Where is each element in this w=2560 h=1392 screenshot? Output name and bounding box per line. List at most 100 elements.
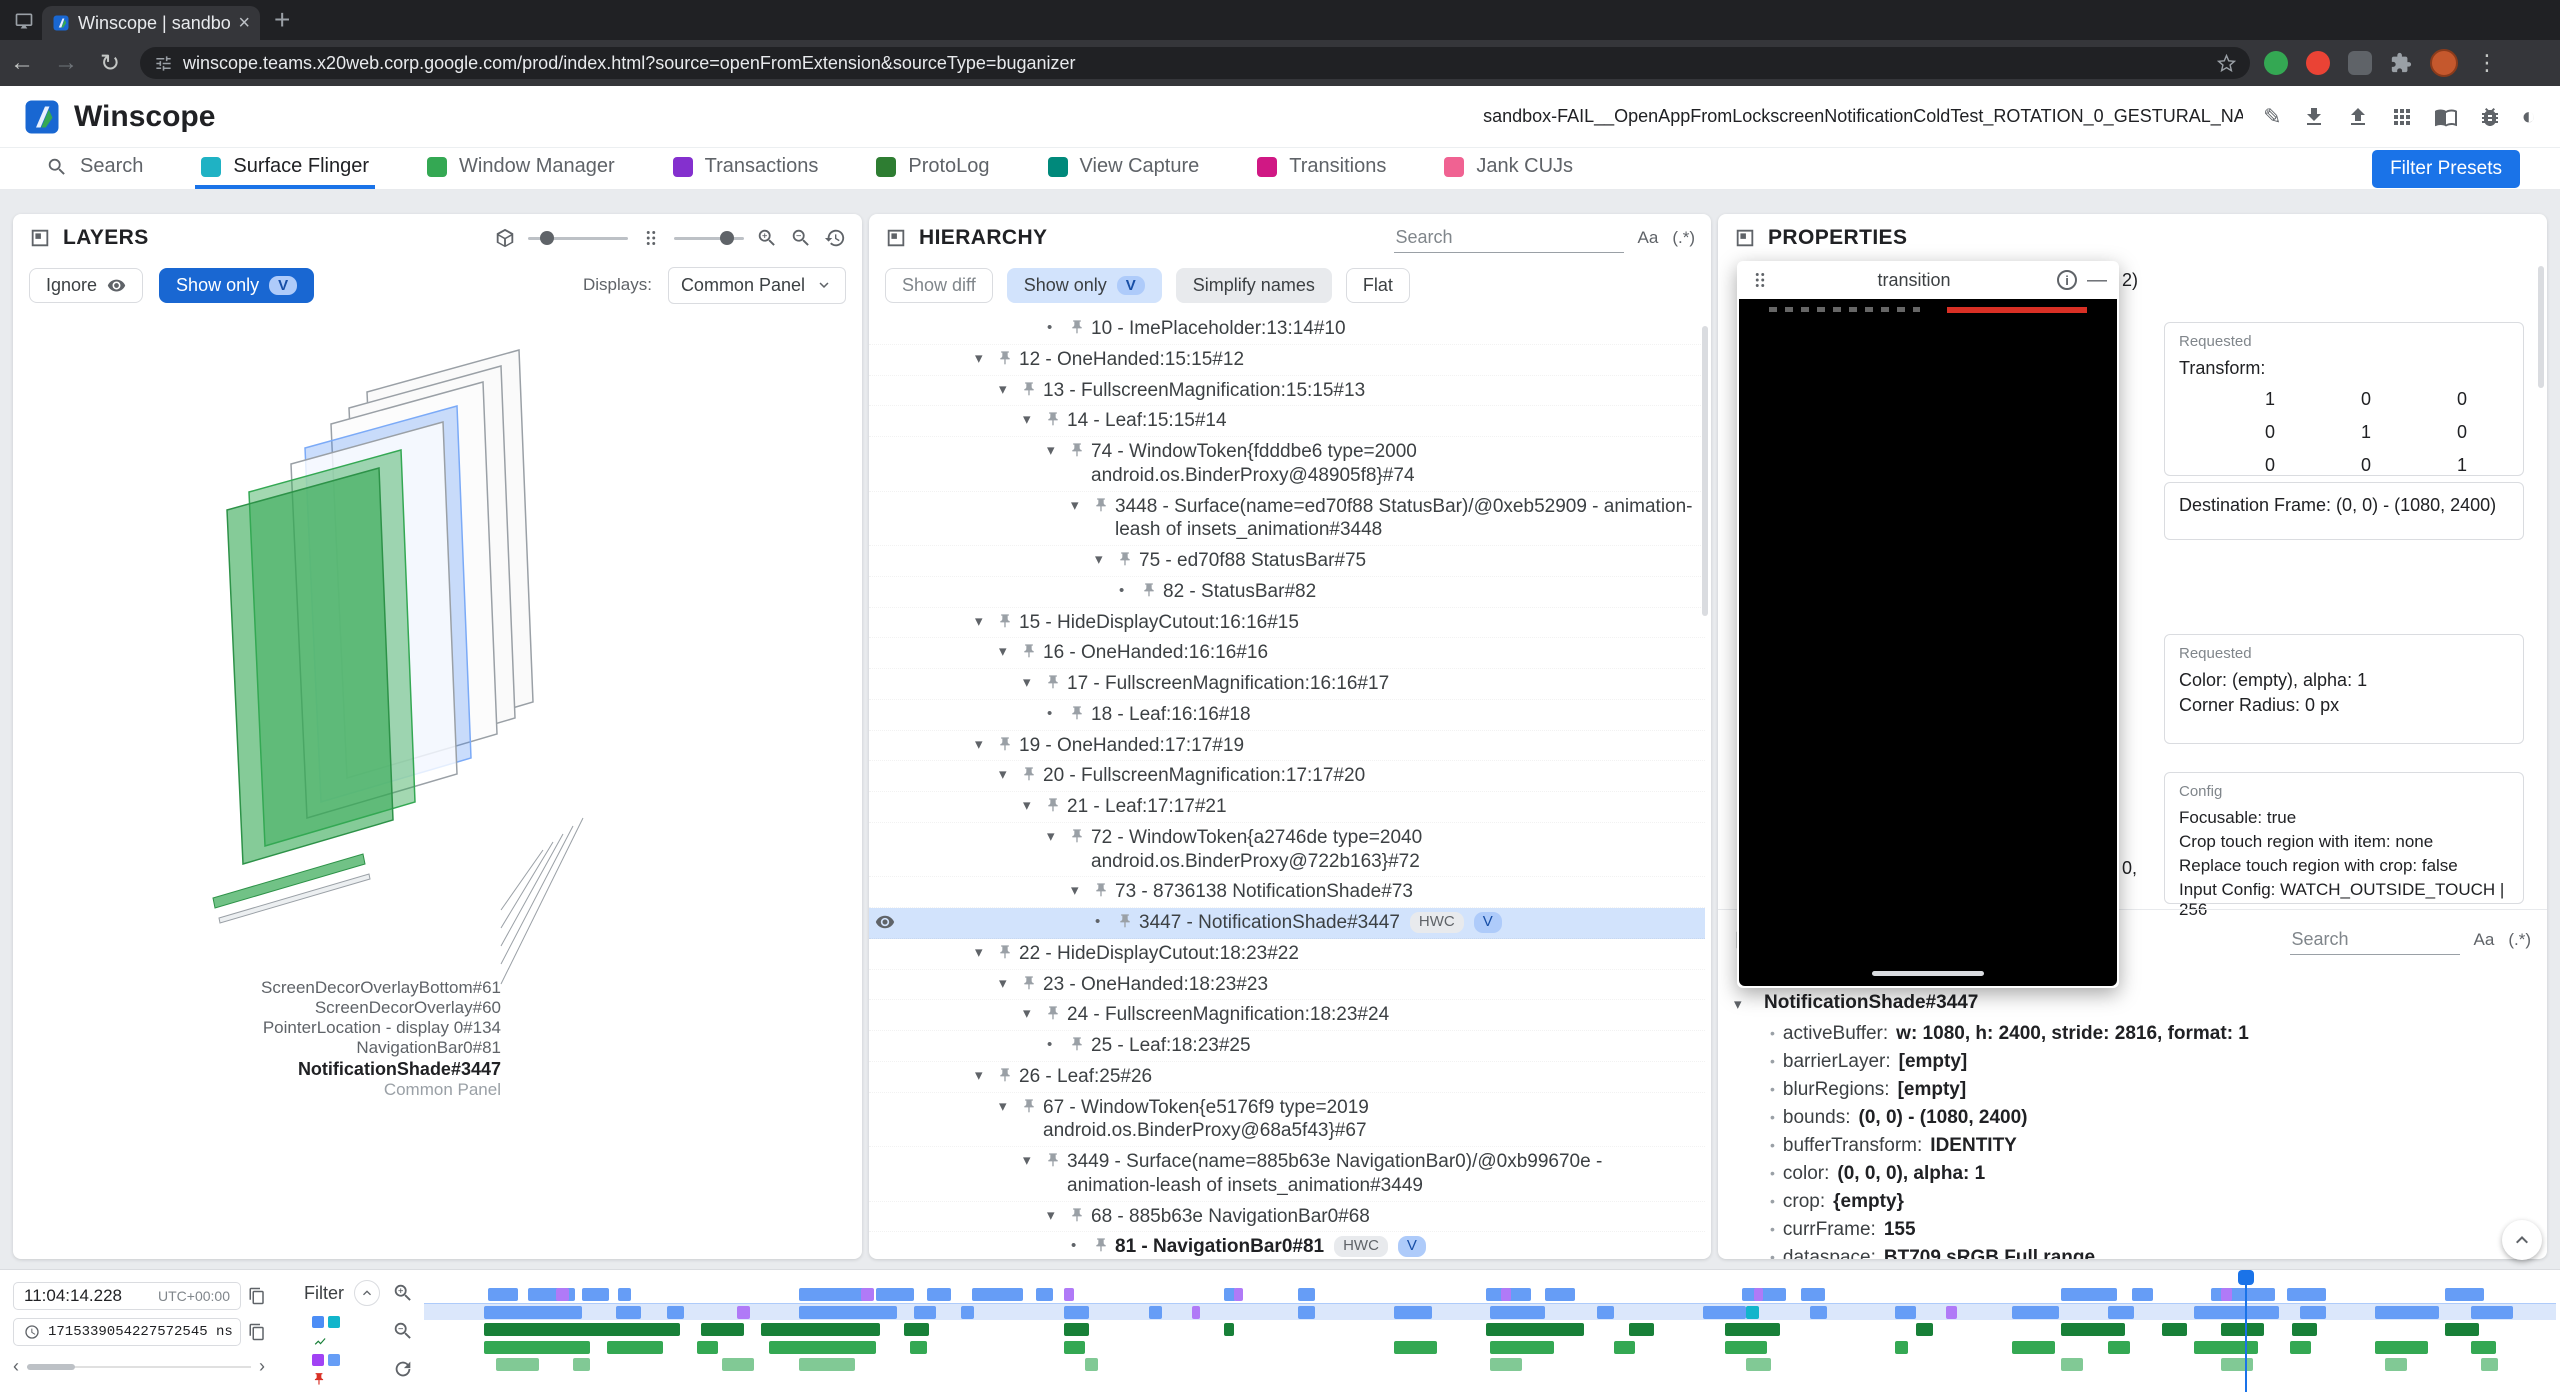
trace-event-bar[interactable] xyxy=(573,1358,590,1371)
tree-node[interactable]: ▾ 67 - WindowToken{e5176f9 type=2019 and… xyxy=(869,1093,1705,1148)
expand-toggle-icon[interactable]: ▾ xyxy=(999,643,1021,662)
trace-event-bar[interactable] xyxy=(861,1288,874,1301)
timeline-zoom-reset-icon[interactable] xyxy=(392,1358,414,1380)
trace-event-bar[interactable] xyxy=(556,1288,569,1301)
show-diff-toggle[interactable]: Show diff xyxy=(885,268,993,303)
trace-event-bar[interactable] xyxy=(1064,1288,1075,1301)
collapse-expand-button[interactable] xyxy=(2502,1220,2542,1260)
trace-event-bar[interactable] xyxy=(2300,1306,2326,1319)
match-case-icon[interactable]: Aa xyxy=(2474,930,2495,950)
tree-node[interactable]: ▾ 12 - OneHanded:15:15#12 xyxy=(869,345,1705,376)
trace-event-bar[interactable] xyxy=(1486,1323,1584,1336)
spacing-slider[interactable] xyxy=(674,237,744,240)
trace-event-bar[interactable] xyxy=(2012,1341,2055,1354)
minimize-icon[interactable]: — xyxy=(2087,269,2107,292)
pin-icon[interactable] xyxy=(1069,442,1085,458)
extension-icon-1[interactable] xyxy=(2264,51,2288,75)
expand-toggle-icon[interactable]: ▾ xyxy=(1071,497,1093,516)
trace-event-bar[interactable] xyxy=(1490,1341,1554,1354)
layer-label[interactable]: NotificationShade#3447 xyxy=(73,1058,501,1080)
trace-event-bar[interactable] xyxy=(2012,1306,2059,1319)
tab-close-icon[interactable]: × xyxy=(238,13,250,33)
trace-event-bar[interactable] xyxy=(914,1306,935,1319)
upload-icon[interactable] xyxy=(2346,105,2370,129)
browser-tab[interactable]: Winscope | sandbox-FAI... × xyxy=(42,6,260,40)
profile-avatar[interactable] xyxy=(2430,49,2458,77)
trace-event-bar[interactable] xyxy=(737,1306,750,1319)
trace-tab[interactable]: Surface Flinger xyxy=(195,148,375,189)
trace-event-bar[interactable] xyxy=(496,1358,539,1371)
tree-node[interactable]: ▾ 3448 - Surface(name=ed70f88 StatusBar)… xyxy=(869,492,1705,547)
tree-node[interactable]: ▾ 23 - OneHanded:18:23#23 xyxy=(869,970,1705,1001)
property-item[interactable]: • bufferTransform: IDENTITY xyxy=(1718,1132,2547,1160)
trace-event-bar[interactable] xyxy=(1224,1323,1235,1336)
expand-toggle-icon[interactable]: • xyxy=(1047,705,1069,724)
trace-event-bar[interactable] xyxy=(961,1306,974,1319)
trace-event-bar[interactable] xyxy=(2061,1323,2125,1336)
trace-event-bar[interactable] xyxy=(1394,1341,1437,1354)
trace-event-bar[interactable] xyxy=(616,1306,642,1319)
drag-handle-icon[interactable] xyxy=(1749,269,1771,291)
layer-label[interactable]: ScreenDecorOverlay#60 xyxy=(73,998,501,1018)
trace-event-bar[interactable] xyxy=(484,1341,591,1354)
trace-event-bar[interactable] xyxy=(1490,1306,1545,1319)
scroll-right-icon[interactable]: › xyxy=(259,1356,265,1377)
trace-event-bar[interactable] xyxy=(1703,1306,1746,1319)
tree-node[interactable]: • 18 - Leaf:16:16#18 xyxy=(869,700,1705,731)
tree-node[interactable]: ▾ 68 - 885b63e NavigationBar0#68 xyxy=(869,1202,1705,1233)
trace-event-bar[interactable] xyxy=(2471,1306,2514,1319)
timeline-cursor[interactable] xyxy=(2245,1270,2247,1392)
pin-icon[interactable] xyxy=(1117,913,1133,929)
timestamp-box[interactable]: 11:04:14.228 UTC+00:00 xyxy=(13,1282,241,1310)
tree-node[interactable]: ▾ 72 - WindowToken{a2746de type=2040 and… xyxy=(869,823,1705,878)
trace-event-bar[interactable] xyxy=(2292,1323,2318,1336)
expand-toggle-icon[interactable]: ▾ xyxy=(1023,1152,1045,1171)
trace-event-bar[interactable] xyxy=(2162,1323,2188,1336)
show-only-toggle[interactable]: Show only V xyxy=(1007,268,1162,303)
pin-icon[interactable] xyxy=(1069,705,1085,721)
tree-node[interactable]: ▾ 15 - HideDisplayCutout:16:16#15 xyxy=(869,608,1705,639)
docs-icon[interactable] xyxy=(2434,105,2458,129)
ignore-toggle[interactable]: Ignore xyxy=(29,268,143,303)
copy-icon[interactable] xyxy=(248,1287,266,1305)
tree-node[interactable]: ▾ 16 - OneHanded:16:16#16 xyxy=(869,638,1705,669)
property-item[interactable]: • currFrame: 155 xyxy=(1718,1216,2547,1244)
trace-event-bar[interactable] xyxy=(582,1288,610,1301)
pin-icon[interactable] xyxy=(1045,411,1061,427)
pin-icon[interactable] xyxy=(1021,1098,1037,1114)
browser-menu-icon[interactable]: ⋮ xyxy=(2476,50,2498,76)
trace-event-bar[interactable] xyxy=(2445,1323,2479,1336)
regex-icon[interactable]: (.*) xyxy=(1672,228,1695,248)
trace-event-bar[interactable] xyxy=(1801,1288,1824,1301)
trace-event-bar[interactable] xyxy=(2481,1358,2498,1371)
visibility-eye-icon[interactable] xyxy=(875,912,895,932)
extensions-puzzle-icon[interactable] xyxy=(2390,52,2412,74)
expand-toggle-icon[interactable]: ▾ xyxy=(999,766,1021,785)
tree-node[interactable]: ▾ 21 - Leaf:17:17#21 xyxy=(869,792,1705,823)
trace-event-bar[interactable] xyxy=(1064,1323,1090,1336)
pin-icon[interactable] xyxy=(997,736,1013,752)
trace-event-bar[interactable] xyxy=(1629,1323,1655,1336)
trace-event-bar[interactable] xyxy=(1490,1358,1522,1371)
trace-event-bar[interactable] xyxy=(1725,1341,1768,1354)
trace-event-bar[interactable] xyxy=(1746,1358,1772,1371)
tree-node[interactable]: ▾ 19 - OneHanded:17:17#19 xyxy=(869,731,1705,762)
pin-icon[interactable] xyxy=(1141,582,1157,598)
tree-node[interactable]: • 81 - NavigationBar0#81 HWC V xyxy=(869,1232,1705,1259)
trace-event-bar[interactable] xyxy=(2194,1306,2279,1319)
trace-event-bar[interactable] xyxy=(1149,1306,1162,1319)
pin-icon[interactable] xyxy=(1069,1207,1085,1223)
zoom-out-icon[interactable] xyxy=(790,227,812,249)
pin-icon[interactable] xyxy=(997,350,1013,366)
trace-event-bar[interactable] xyxy=(1234,1288,1243,1301)
pin-icon[interactable] xyxy=(1093,1237,1109,1253)
tree-node[interactable]: ▾ 26 - Leaf:25#26 xyxy=(869,1062,1705,1093)
url-text[interactable]: winscope.teams.x20web.corp.google.com/pr… xyxy=(183,53,2207,74)
screenshot-window[interactable]: transition i — xyxy=(1737,261,2119,988)
trace-event-bar[interactable] xyxy=(2221,1288,2232,1301)
trace-event-bar[interactable] xyxy=(904,1323,930,1336)
property-item[interactable]: • dataspace: BT709 sRGB Full range xyxy=(1718,1244,2547,1259)
copy-icon[interactable] xyxy=(248,1323,266,1341)
tree-node[interactable]: ▾ 74 - WindowToken{fdddbe6 type=2000 and… xyxy=(869,437,1705,492)
trace-event-bar[interactable] xyxy=(2375,1306,2439,1319)
